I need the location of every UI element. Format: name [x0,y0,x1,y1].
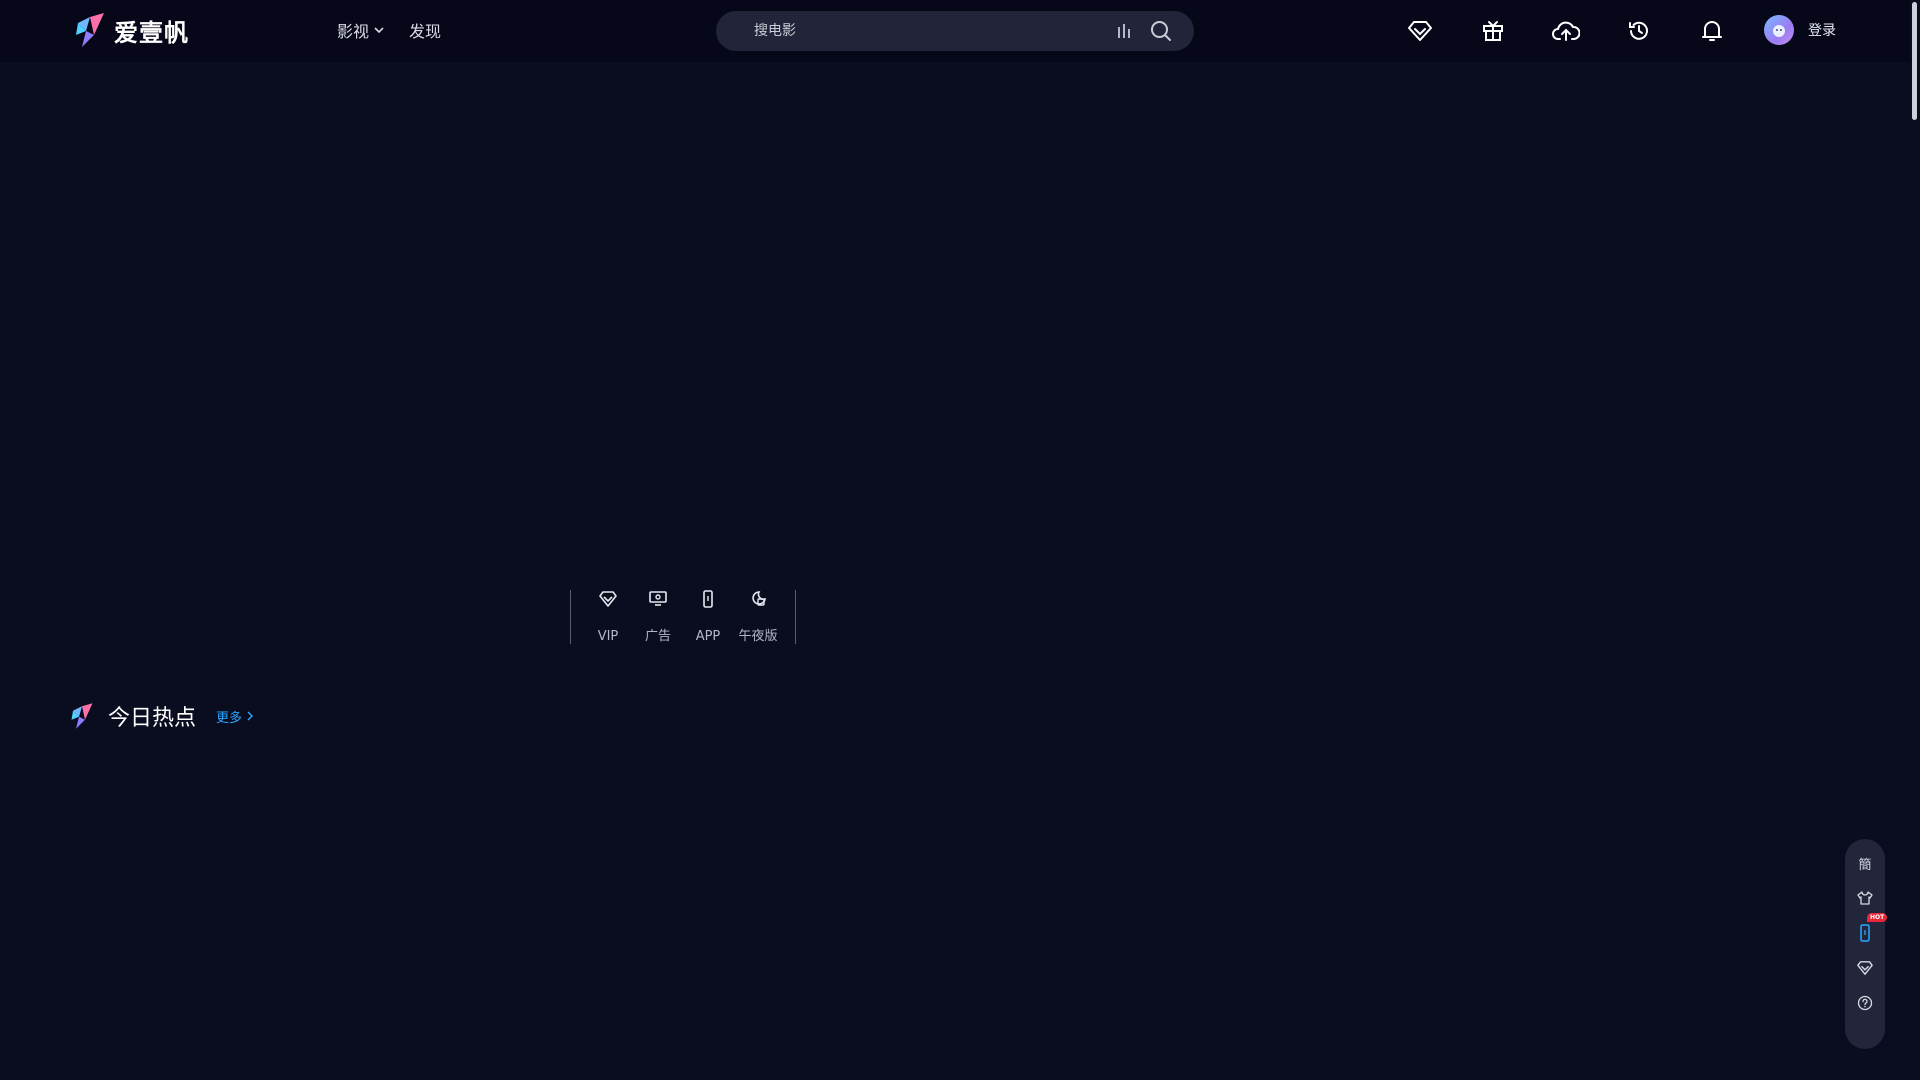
hot-logo-icon [71,703,93,729]
header-toolbar [1406,17,1726,45]
scrollbar-thumb[interactable] [1912,2,1917,120]
feature-vip-label: VIP [597,629,619,644]
scrollbar-track[interactable] [1910,0,1920,1080]
login-label: 登录 [1808,23,1836,39]
hot-more-label: 更多 [216,710,243,726]
history-icon[interactable] [1625,17,1653,45]
avatar [1764,15,1794,45]
language-label: 簡 [1858,857,1872,873]
vip-diamond-icon [599,591,617,607]
app-download-button[interactable]: HOT [1851,913,1888,947]
nav-video-label: 影视 [337,22,370,41]
midnight-icon [752,591,767,606]
logo-icon [76,13,104,47]
nav-video[interactable]: 影视 [337,18,385,42]
floating-side-toolbar: 簡 HOT [1845,839,1888,1049]
cloud-upload-icon[interactable] [1552,17,1580,45]
search-box [716,11,1194,51]
search-input[interactable] [752,22,1096,40]
search-icon[interactable] [1150,20,1172,42]
feature-ad[interactable]: 广告 [633,590,683,644]
feature-midnight[interactable]: 午夜版 [733,590,783,644]
bell-icon[interactable] [1698,17,1726,45]
feature-ad-label: 广告 [644,629,671,644]
top-header: 爱壹帆 影视 发现 搜电影 登录 [0,0,1910,62]
brand-name: 爱壹帆 [114,18,189,47]
phone-icon [703,590,713,608]
hot-section-title: 今日热点 [108,706,197,731]
feature-links: VIP 广告 APP 午夜版 [570,590,796,644]
chevron-down-icon [374,27,384,34]
user-avatar-icon [1773,25,1785,37]
user-login[interactable]: 登录 [1764,15,1836,45]
phone-icon [1860,924,1870,942]
gift-icon[interactable] [1479,17,1507,45]
feature-app[interactable]: APP [683,590,733,644]
vip-diamond-icon [1857,961,1873,975]
tshirt-icon [1857,891,1873,905]
skin-button[interactable] [1851,884,1879,912]
help-button[interactable] [1851,989,1879,1017]
hot-section-header: 今日热点 更多 [70,700,254,732]
feature-midnight-label: 午夜版 [738,629,778,644]
hot-badge: HOT [1867,913,1888,922]
nav-discover-label: 发现 [409,22,442,41]
vip-icon[interactable] [1406,17,1434,45]
feature-vip[interactable]: VIP [583,590,633,644]
language-toggle-button[interactable]: 簡 [1851,849,1879,877]
feature-app-label: APP [695,629,721,644]
vip-side-button[interactable] [1851,954,1879,982]
ad-screen-icon [649,591,667,606]
chevron-right-icon [247,711,254,721]
hot-more-link[interactable]: 更多 [216,707,254,726]
ranking-bars-icon[interactable] [1116,23,1132,39]
brand-logo[interactable]: 爱壹帆 [74,10,189,50]
help-icon [1857,995,1873,1011]
main-nav: 影视 发现 [337,18,441,42]
nav-discover[interactable]: 发现 [409,18,441,42]
page: 爱壹帆 影视 发现 搜电影 登录 VIP 广告 APP 午夜版 今日热点 更多 … [0,0,1920,1080]
